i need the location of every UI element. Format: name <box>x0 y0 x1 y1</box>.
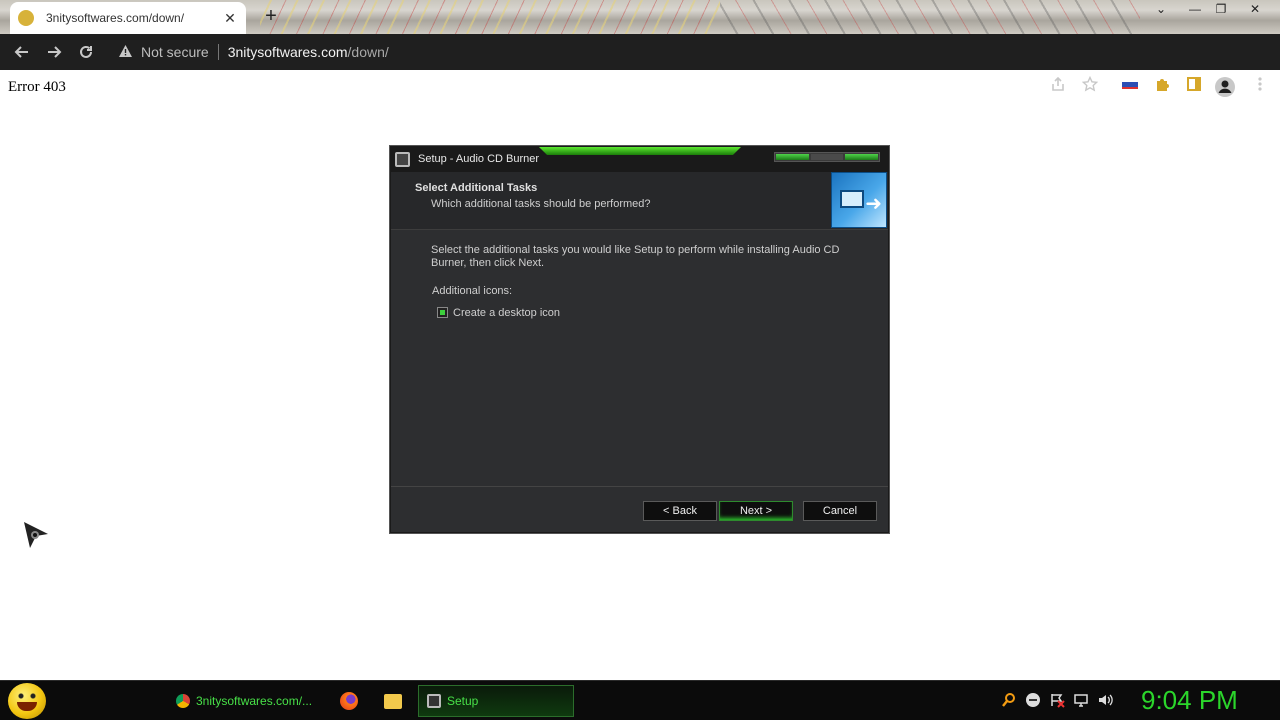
back-button[interactable]: < Back <box>643 501 717 521</box>
taskbar-item-explorer[interactable] <box>376 685 410 717</box>
taskbar-item-chrome[interactable]: 3nitysoftwares.com/... <box>168 685 318 717</box>
smiley-mouth <box>17 702 37 711</box>
taskbar-clock[interactable]: 9:04 PM <box>1141 685 1238 716</box>
wizard-monitor-icon: ➜ <box>831 172 887 228</box>
maximize-icon[interactable] <box>810 154 844 160</box>
cancel-button[interactable]: Cancel <box>803 501 877 521</box>
dialog-title-bar[interactable]: Setup - Audio CD Burner <box>391 147 888 172</box>
start-smiley-icon[interactable] <box>8 683 46 719</box>
bookmark-star-icon[interactable] <box>1080 75 1100 96</box>
setup-dialog: Setup - Audio CD Burner Select Additiona… <box>390 146 889 533</box>
site-favicon-icon <box>18 10 34 26</box>
warning-triangle-icon[interactable] <box>118 44 133 61</box>
desktop-icon-checkbox-label[interactable]: Create a desktop icon <box>453 307 560 319</box>
browser-tab-strip: 3nitysoftwares.com/down/ ✕ + ⌄ — ❐ ✕ <box>0 0 1280 34</box>
side-panel-icon[interactable] <box>1184 76 1204 96</box>
reload-icon[interactable] <box>70 36 102 68</box>
flag-icon[interactable] <box>1049 692 1065 708</box>
url-host: 3nitysoftwares.com <box>227 44 348 60</box>
minimize-icon[interactable] <box>776 154 809 160</box>
security-label[interactable]: Not secure <box>141 44 209 60</box>
mouse-cursor-icon <box>22 520 50 550</box>
address-bar[interactable]: Not secure 3nitysoftwares.com/down/ <box>108 38 1106 66</box>
dialog-title: Setup - Audio CD Burner <box>418 153 540 165</box>
share-icon[interactable] <box>1048 76 1068 96</box>
profile-avatar-icon[interactable] <box>1214 76 1235 97</box>
theme-background <box>260 0 720 34</box>
close-icon[interactable] <box>845 154 879 160</box>
wizard-header: Select Additional Tasks Which additional… <box>391 172 888 230</box>
menu-dots-icon[interactable] <box>1250 76 1270 96</box>
wizard-page-subtitle: Which additional tasks should be perform… <box>431 198 651 210</box>
firefox-icon <box>340 692 358 710</box>
tab-close-icon[interactable]: ✕ <box>222 10 238 27</box>
browser-toolbar: Not secure 3nitysoftwares.com/down/ <box>0 34 1280 97</box>
monitor-icon[interactable] <box>1073 692 1089 708</box>
taskbar: 3nitysoftwares.com/... Setup 9:04 PM <box>0 680 1280 720</box>
forward-arrow-icon[interactable] <box>38 36 70 68</box>
browser-tab[interactable]: 3nitysoftwares.com/down/ ✕ <box>10 2 246 34</box>
tab-search-icon[interactable]: ⌄ <box>1146 0 1176 18</box>
next-button[interactable]: Next > <box>719 501 793 521</box>
taskbar-item-firefox[interactable] <box>332 685 366 717</box>
back-arrow-icon[interactable] <box>6 36 38 68</box>
network-icon[interactable] <box>1025 692 1041 708</box>
taskbar-item-label: Setup <box>447 694 479 708</box>
group-label: Additional icons: <box>432 285 513 297</box>
extension-flag-icon[interactable] <box>1120 76 1140 96</box>
desktop-icon-checkbox[interactable] <box>437 307 448 318</box>
title-glow <box>539 147 741 155</box>
url-path: /down/ <box>347 44 389 60</box>
intro-text: Select the additional tasks you would li… <box>431 244 840 269</box>
setup-app-icon <box>395 152 410 167</box>
search-icon[interactable] <box>1001 692 1017 708</box>
tab-title: 3nitysoftwares.com/down/ <box>46 11 185 25</box>
monitor-screen <box>840 190 864 208</box>
wizard-footer: < Back Next > Cancel <box>391 486 888 532</box>
chrome-icon <box>176 694 190 708</box>
divider <box>217 44 219 60</box>
folder-icon <box>384 693 402 709</box>
taskbar-item-setup[interactable]: Setup <box>418 685 574 717</box>
wizard-body: Select the additional tasks you would li… <box>391 231 888 486</box>
wizard-page-title: Select Additional Tasks <box>415 182 538 194</box>
volume-icon[interactable] <box>1097 692 1113 708</box>
extensions-puzzle-icon[interactable] <box>1152 76 1172 96</box>
taskbar-item-label: 3nitysoftwares.com/... <box>196 694 313 708</box>
dialog-window-controls[interactable] <box>774 152 880 162</box>
theme-background <box>720 0 1140 34</box>
arrow-icon: ➜ <box>865 193 882 215</box>
restore-button[interactable]: ❐ <box>1206 0 1236 18</box>
error-message: Error 403 <box>8 79 66 95</box>
window-close-button[interactable]: ✕ <box>1240 0 1270 18</box>
new-tab-button[interactable]: + <box>260 4 282 28</box>
setup-icon <box>427 694 441 708</box>
smiley-eyes <box>18 693 36 699</box>
